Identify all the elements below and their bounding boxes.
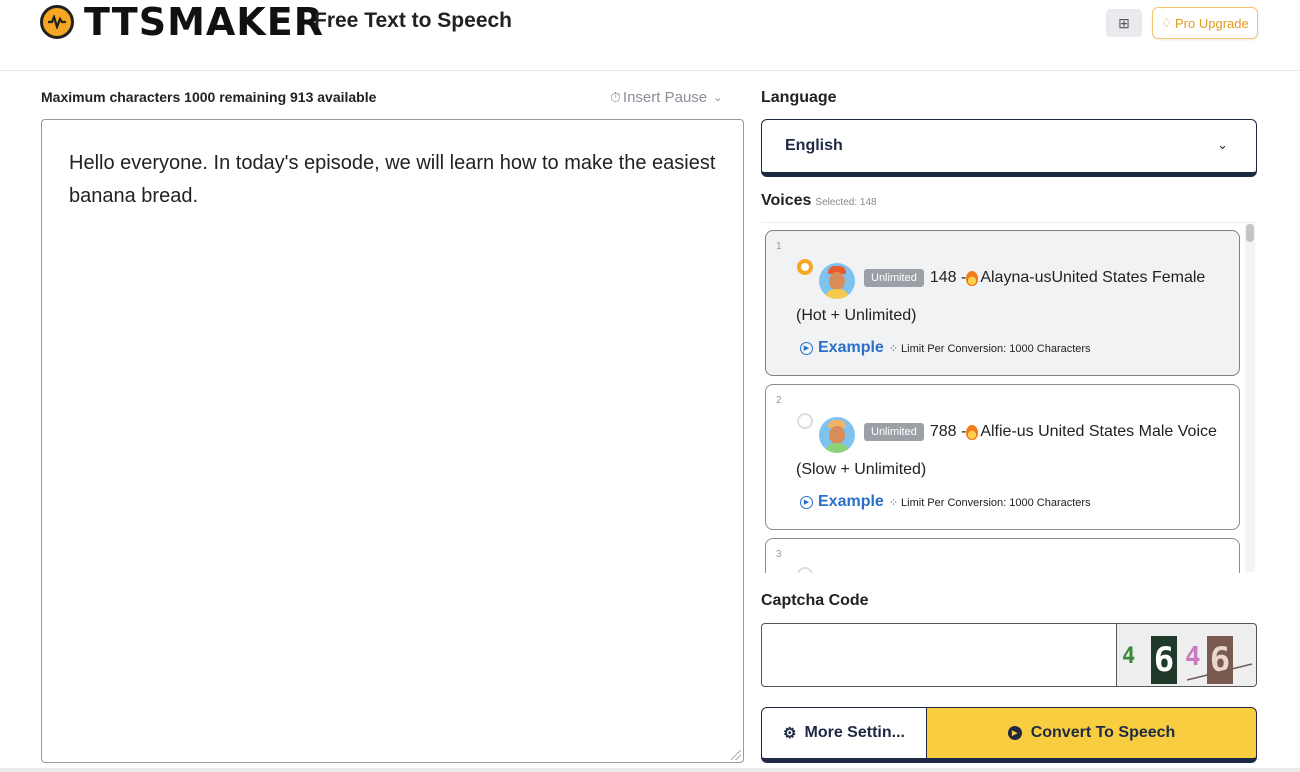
play-circle-icon[interactable]: ▶: [800, 495, 813, 509]
logo[interactable]: TTSMAKER: [40, 0, 324, 50]
voice-tags: (Slow + Unlimited): [796, 461, 927, 478]
voice-title: Unlimited 148 - Alayna-usUnited States F…: [864, 269, 1205, 287]
more-settings-button[interactable]: ⚙ More Settin...: [761, 707, 927, 763]
top-header: TTSMAKER Free Text to Speech ⊞ ♢ Pro Upg…: [0, 0, 1300, 71]
captcha-noise: [1186, 663, 1253, 681]
paw-icon: ⁘: [888, 496, 899, 509]
language-select[interactable]: English ⌄: [761, 119, 1257, 177]
chevron-down-icon: ⌄: [713, 92, 723, 104]
fire-icon: [966, 270, 979, 286]
play-circle-icon[interactable]: ▶: [800, 341, 813, 355]
convert-to-speech-button[interactable]: ▶ Convert To Speech: [927, 707, 1257, 763]
language-selected-value: English: [785, 137, 843, 154]
fire-icon: [966, 424, 979, 440]
limit-text: ⁘ Limit Per Conversion: 1000 Characters: [888, 496, 1091, 509]
resize-handle-icon[interactable]: [731, 750, 741, 760]
voice-avatar: [819, 417, 855, 453]
tagline: Free Text to Speech: [314, 9, 513, 32]
voice-number: 1: [776, 241, 782, 252]
paw-icon: ⁘: [888, 342, 899, 355]
voice-name: Alayna-usUnited States Female: [980, 269, 1206, 286]
example-link[interactable]: Example: [818, 493, 884, 511]
limit-text: ⁘ Limit Per Conversion: 1000 Characters: [888, 342, 1091, 355]
voice-number: 2: [776, 395, 782, 406]
insert-pause-button[interactable]: ⏱ Insert Pause ⌄: [610, 89, 722, 106]
voice-card[interactable]: 3: [765, 538, 1240, 573]
voice-number: 3: [776, 549, 782, 560]
voice-list-scrollbar[interactable]: [1245, 224, 1255, 572]
voice-tags: (Hot + Unlimited): [796, 307, 917, 324]
voice-avatar: [819, 263, 855, 299]
pro-upgrade-label: Pro Upgrade: [1175, 15, 1249, 31]
play-circle-icon: ▶: [1007, 726, 1022, 740]
chevron-down-icon: ⌄: [1217, 137, 1228, 152]
page-bottom-divider: [0, 768, 1300, 772]
voice-name: Alfie-us United States Male Voice: [980, 423, 1217, 440]
unlimited-badge: Unlimited: [864, 423, 924, 441]
translate-icon: ⊞: [1118, 14, 1130, 31]
voice-card[interactable]: 2 Unlimited 788 - Alfie-us United States…: [765, 384, 1240, 530]
voice-id: 148 -: [929, 269, 967, 286]
voice-radio[interactable]: [797, 413, 813, 429]
waveform-logo-icon: [40, 5, 74, 39]
voice-title: Unlimited 788 - Alfie-us United States M…: [864, 423, 1217, 441]
voice-list-scroll-thumb[interactable]: [1246, 224, 1254, 242]
voice-radio[interactable]: [797, 567, 813, 573]
logo-text: TTSMAKER: [84, 0, 324, 44]
voices-selected-count: Selected: 148: [815, 197, 877, 208]
text-input-area[interactable]: Hello everyone. In today's episode, we w…: [41, 119, 744, 763]
language-switch-button[interactable]: ⊞: [1106, 9, 1142, 37]
language-label: Language: [761, 89, 837, 106]
captcha-image[interactable]: 4 6 4 6: [1117, 623, 1257, 687]
insert-pause-label: Insert Pause: [622, 89, 708, 106]
voice-radio[interactable]: [797, 259, 813, 275]
voice-list[interactable]: 1 Unlimited 148 - Alayna-usUnited States…: [761, 222, 1257, 573]
unlimited-badge: Unlimited: [864, 269, 924, 287]
sliders-icon: ⚙: [783, 725, 797, 742]
voice-card[interactable]: 1 Unlimited 148 - Alayna-usUnited States…: [765, 230, 1240, 376]
pro-upgrade-button[interactable]: ♢ Pro Upgrade: [1152, 7, 1258, 39]
captcha-label: Captcha Code: [761, 592, 869, 609]
example-link[interactable]: Example: [818, 339, 884, 357]
voices-label: Voices Selected: 148: [761, 192, 877, 210]
convert-label: Convert To Speech: [1030, 724, 1176, 741]
voice-id: 788 -: [929, 423, 967, 440]
voice-meta: ▶ Example ⁘ Limit Per Conversion: 1000 Ch…: [800, 493, 1091, 511]
voices-title: Voices: [761, 192, 812, 209]
voice-meta: ▶ Example ⁘ Limit Per Conversion: 1000 Ch…: [800, 339, 1091, 357]
more-settings-label: More Settin...: [804, 724, 905, 741]
text-input-value[interactable]: Hello everyone. In today's episode, we w…: [69, 147, 719, 213]
timer-icon: ⏱: [610, 89, 621, 105]
captcha-input[interactable]: [761, 623, 1117, 687]
character-count: Maximum characters 1000 remaining 913 av…: [41, 89, 377, 105]
diamond-icon: ♢: [1161, 16, 1173, 30]
